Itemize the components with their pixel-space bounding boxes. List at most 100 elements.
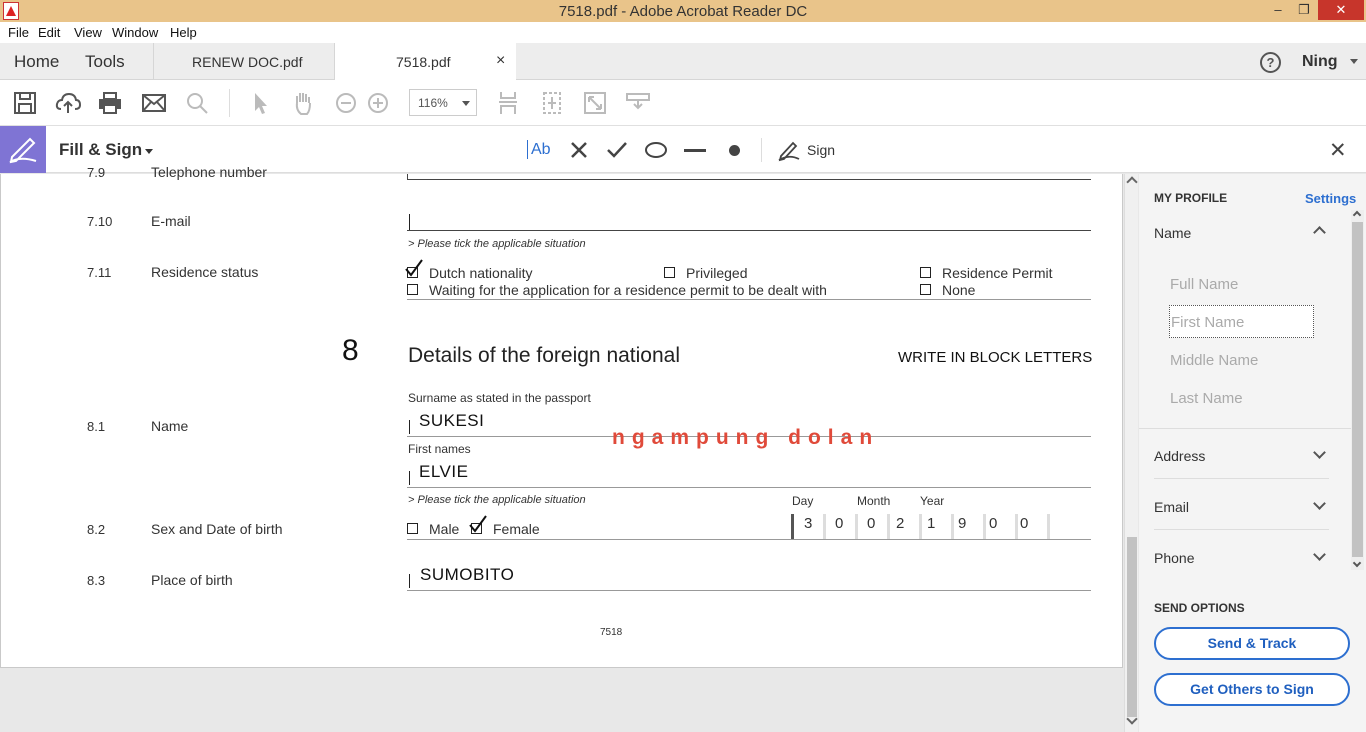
telephone-field-tick <box>407 174 408 180</box>
document-scrollbar[interactable] <box>1124 174 1138 732</box>
cross-mark-tool-icon[interactable] <box>569 140 589 160</box>
line-tool-icon[interactable] <box>684 149 706 152</box>
date-digit[interactable]: 0 <box>1020 515 1028 532</box>
close-fill-sign-icon[interactable]: ✕ <box>1329 138 1347 163</box>
panel-scroll-down-icon[interactable] <box>1352 558 1362 568</box>
checkbox-none[interactable] <box>920 284 931 295</box>
save-icon[interactable] <box>12 90 38 116</box>
close-window-button[interactable]: ✕ <box>1318 0 1364 20</box>
row-7-9-label: Telephone number <box>151 164 267 180</box>
menu-help[interactable]: Help <box>170 25 197 40</box>
phone-section-toggle[interactable]: Phone <box>1154 550 1194 566</box>
tab-home[interactable]: Home <box>14 52 59 72</box>
email-section-toggle[interactable]: Email <box>1154 499 1189 515</box>
scroll-thumb[interactable] <box>1127 537 1137 717</box>
date-digit[interactable]: 0 <box>989 515 997 532</box>
chevron-down-icon[interactable] <box>1313 497 1326 510</box>
name-section-toggle[interactable]: Name <box>1154 225 1191 241</box>
read-mode-icon[interactable] <box>625 90 651 116</box>
telephone-field-line[interactable] <box>407 179 1091 180</box>
scroll-up-icon[interactable] <box>1126 176 1138 188</box>
month-label: Month <box>857 494 891 508</box>
menu-file[interactable]: File <box>8 25 29 40</box>
search-icon[interactable] <box>184 90 210 116</box>
fill-sign-menu[interactable]: Fill & Sign <box>59 140 142 160</box>
zoom-caret-icon <box>462 101 470 106</box>
row-8-2-label: Sex and Date of birth <box>151 521 283 537</box>
help-icon[interactable]: ? <box>1260 52 1281 73</box>
ellipse-tool-icon[interactable] <box>644 141 668 159</box>
date-digit[interactable]: 9 <box>958 515 966 532</box>
menu-window[interactable]: Window <box>112 25 158 40</box>
panel-scroll-thumb[interactable] <box>1352 222 1363 557</box>
add-text-label: Ab <box>531 141 551 158</box>
cloud-upload-icon[interactable] <box>55 90 82 116</box>
date-start-bar <box>791 514 794 539</box>
tab-tools[interactable]: Tools <box>85 52 125 72</box>
full-screen-icon[interactable] <box>582 90 608 116</box>
address-section-toggle[interactable]: Address <box>1154 448 1205 464</box>
first-name-field[interactable]: First Name <box>1169 305 1314 338</box>
page-navigation-icon[interactable] <box>495 90 521 116</box>
sign-pen-icon[interactable] <box>777 138 801 162</box>
fill-sign-pen-icon[interactable] <box>0 126 46 173</box>
chevron-down-icon[interactable] <box>1313 446 1326 459</box>
row-8-2-number: 8.2 <box>87 522 106 537</box>
chevron-up-icon[interactable] <box>1313 226 1326 239</box>
surname-value[interactable]: SUKESI <box>419 411 484 431</box>
panel-scroll-up-icon[interactable] <box>1352 210 1362 220</box>
fit-page-icon[interactable] <box>539 90 565 116</box>
date-digit[interactable]: 3 <box>804 515 812 532</box>
page-number: 7518 <box>600 627 623 638</box>
place-of-birth-value[interactable]: SUMOBITO <box>420 565 514 585</box>
get-others-to-sign-button[interactable]: Get Others to Sign <box>1154 673 1350 706</box>
full-name-field[interactable]: Full Name <box>1170 276 1238 293</box>
zoom-in-icon[interactable] <box>365 90 391 116</box>
checkbox-male[interactable] <box>407 523 418 534</box>
check-mark-tool-icon[interactable] <box>606 140 628 160</box>
tab-close-icon[interactable]: × <box>496 52 505 70</box>
send-and-track-button[interactable]: Send & Track <box>1154 627 1350 660</box>
panel-divider <box>1139 428 1351 429</box>
row-8-3-label: Place of birth <box>151 572 233 588</box>
minimize-button[interactable]: – <box>1264 0 1292 20</box>
panel-scrollbar[interactable] <box>1351 210 1364 570</box>
menu-edit[interactable]: Edit <box>38 25 60 40</box>
select-cursor-icon[interactable] <box>247 90 273 116</box>
add-text-tool[interactable]: Ab <box>527 140 552 160</box>
hand-tool-icon[interactable] <box>290 90 316 116</box>
email-icon[interactable] <box>141 90 167 116</box>
sign-button[interactable]: Sign <box>807 142 835 158</box>
date-digit[interactable]: 1 <box>927 515 935 532</box>
menu-view[interactable]: View <box>74 25 102 40</box>
tab-renew-doc[interactable]: RENEW DOC.pdf <box>153 43 334 80</box>
dot-tool-icon[interactable] <box>729 145 740 156</box>
chevron-down-icon[interactable] <box>1313 548 1326 561</box>
first-name-placeholder: First Name <box>1171 314 1245 331</box>
checkbox-privileged[interactable] <box>664 267 675 278</box>
first-names-field-line <box>407 487 1091 488</box>
last-name-field[interactable]: Last Name <box>1170 390 1243 407</box>
row-7-11-label: Residence status <box>151 264 259 280</box>
tab-7518[interactable]: 7518.pdf × <box>334 43 516 81</box>
row-8-3-number: 8.3 <box>87 573 106 588</box>
date-digit[interactable]: 0 <box>835 515 843 532</box>
user-caret-icon[interactable] <box>1350 59 1358 64</box>
email-field-line[interactable] <box>407 230 1091 231</box>
maximize-button[interactable]: ❐ <box>1290 0 1318 20</box>
checkbox-waiting[interactable] <box>407 284 418 295</box>
row-7-11-underline <box>407 299 1091 300</box>
checkbox-residence-permit[interactable] <box>920 267 931 278</box>
fill-sign-caret-icon[interactable] <box>145 149 153 154</box>
first-names-value[interactable]: ELVIE <box>419 462 468 482</box>
block-letters-note: WRITE IN BLOCK LETTERS <box>898 349 1093 366</box>
zoom-out-icon[interactable] <box>333 90 359 116</box>
place-of-birth-field-line <box>407 590 1091 591</box>
middle-name-field[interactable]: Middle Name <box>1170 352 1258 369</box>
date-digit[interactable]: 0 <box>867 515 875 532</box>
zoom-select[interactable]: 116% <box>409 89 477 116</box>
user-menu[interactable]: Ning <box>1302 53 1338 71</box>
print-icon[interactable] <box>97 90 123 116</box>
date-digit[interactable]: 2 <box>896 515 904 532</box>
settings-link[interactable]: Settings <box>1305 191 1356 206</box>
